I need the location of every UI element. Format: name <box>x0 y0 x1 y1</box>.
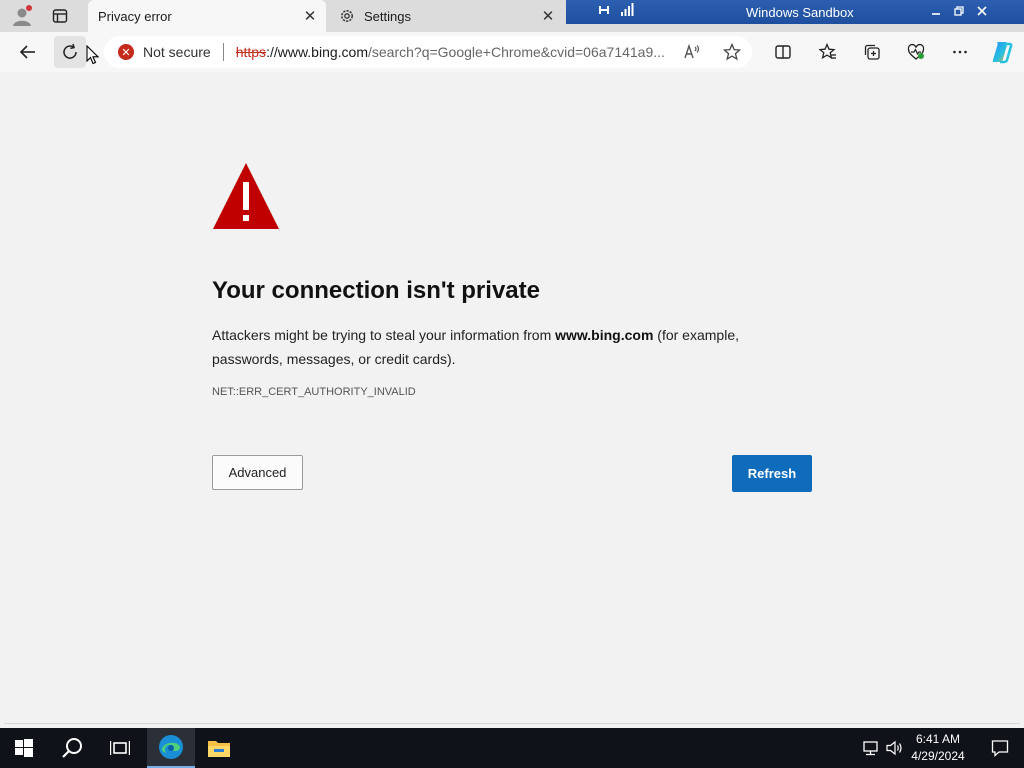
file-explorer-icon <box>208 741 230 757</box>
not-secure-icon: ✕ <box>118 44 134 60</box>
profile-icon <box>13 5 32 26</box>
pin-icon <box>599 6 609 14</box>
tab-close-button[interactable]: ✕ <box>538 6 558 26</box>
favorites-icon <box>819 43 836 60</box>
taskbar-file-explorer-button[interactable] <box>195 728 243 768</box>
restore-button[interactable] <box>949 2 969 20</box>
profile-button[interactable] <box>8 3 36 29</box>
favorite-star-icon <box>723 43 741 61</box>
tab-actions-button[interactable] <box>46 3 74 29</box>
network-button[interactable] <box>858 728 884 768</box>
url-text[interactable]: https://www.bing.com/search?q=Google+Chr… <box>236 44 676 60</box>
close-window-button[interactable] <box>972 2 992 20</box>
volume-icon <box>886 740 902 756</box>
more-button[interactable] <box>944 36 976 68</box>
read-aloud-icon <box>684 43 700 59</box>
tab-actions-icon <box>52 9 68 23</box>
search-icon <box>62 738 82 758</box>
advanced-button[interactable]: Advanced <box>212 455 303 490</box>
minimize-button[interactable] <box>926 2 946 20</box>
start-button[interactable] <box>0 728 48 768</box>
sandbox-title-bar: Windows Sandbox <box>566 0 1024 24</box>
notifications-button[interactable] <box>976 728 1024 768</box>
sandbox-title: Windows Sandbox <box>746 5 854 20</box>
task-view-button[interactable] <box>96 728 144 768</box>
minimize-icon <box>932 13 940 15</box>
url-scheme: https <box>235 44 267 60</box>
edge-icon <box>159 735 183 759</box>
tab-privacy-error[interactable]: Privacy error ✕ <box>88 0 326 32</box>
network-icon <box>863 741 878 756</box>
task-view-icon <box>110 741 130 755</box>
sandbox-connection-icons <box>598 3 634 17</box>
security-label: Not secure <box>143 44 211 60</box>
taskbar-edge-button[interactable] <box>147 728 195 768</box>
browser-essentials-button[interactable] <box>900 36 932 68</box>
settings-gear-icon <box>338 7 356 25</box>
divider <box>222 43 224 61</box>
favorites-button[interactable] <box>812 36 844 68</box>
browser-essentials-icon <box>907 43 925 60</box>
tab-settings[interactable]: Settings ✕ <box>328 0 564 32</box>
collections-icon <box>864 44 880 60</box>
tab-strip: Privacy error ✕ Settings ✕ Windows Sandb… <box>0 0 1024 32</box>
site-info-button[interactable]: ✕ Not secure <box>104 36 211 68</box>
back-icon <box>19 45 35 59</box>
copilot-icon <box>992 42 1013 64</box>
clock-date: 4/29/2024 <box>911 749 965 763</box>
error-page: Your connection isn't private Attackers … <box>4 72 1020 724</box>
url-host: ://www.bing.com <box>266 44 368 60</box>
taskbar: 6:41 AM 4/29/2024 <box>0 728 1024 768</box>
close-icon <box>977 6 987 16</box>
error-description: Attackers might be trying to steal your … <box>212 323 772 371</box>
tab-title: Settings <box>364 8 411 24</box>
start-icon <box>15 739 33 757</box>
clock-time: 6:41 AM <box>915 732 961 746</box>
favorite-button[interactable] <box>716 36 748 68</box>
tab-close-button[interactable]: ✕ <box>300 6 320 26</box>
tab-title: Privacy error <box>98 8 172 24</box>
mouse-cursor-icon <box>86 45 100 65</box>
url-path: /search?q=Google+Chrome&cvid=06a7141a9..… <box>368 44 665 60</box>
read-aloud-button[interactable] <box>676 36 708 68</box>
signal-icon <box>621 3 634 16</box>
search-button[interactable] <box>48 728 96 768</box>
more-icon <box>953 50 967 54</box>
taskbar-clock[interactable]: 6:41 AM 4/29/2024 <box>904 731 972 765</box>
refresh-button[interactable] <box>54 36 86 68</box>
split-screen-button[interactable] <box>767 36 799 68</box>
split-screen-icon <box>775 45 791 59</box>
error-code: NET::ERR_CERT_AUTHORITY_INVALID <box>212 386 416 398</box>
back-button[interactable] <box>12 36 44 68</box>
copilot-button[interactable] <box>986 36 1018 68</box>
warning-triangle-icon <box>213 163 279 229</box>
collections-button[interactable] <box>856 36 888 68</box>
page-title: Your connection isn't private <box>212 277 540 304</box>
notifications-icon <box>991 740 1009 757</box>
desc-text: Attackers might be trying to steal your … <box>212 327 556 343</box>
restore-icon <box>954 6 964 16</box>
browser-toolbar: ✕ Not secure https://www.bing.com/search… <box>0 32 1024 72</box>
desc-host: www.bing.com <box>555 327 654 343</box>
address-bar[interactable]: ✕ Not secure https://www.bing.com/search… <box>104 36 752 68</box>
refresh-page-button[interactable]: Refresh <box>732 455 812 492</box>
refresh-icon <box>63 43 77 59</box>
